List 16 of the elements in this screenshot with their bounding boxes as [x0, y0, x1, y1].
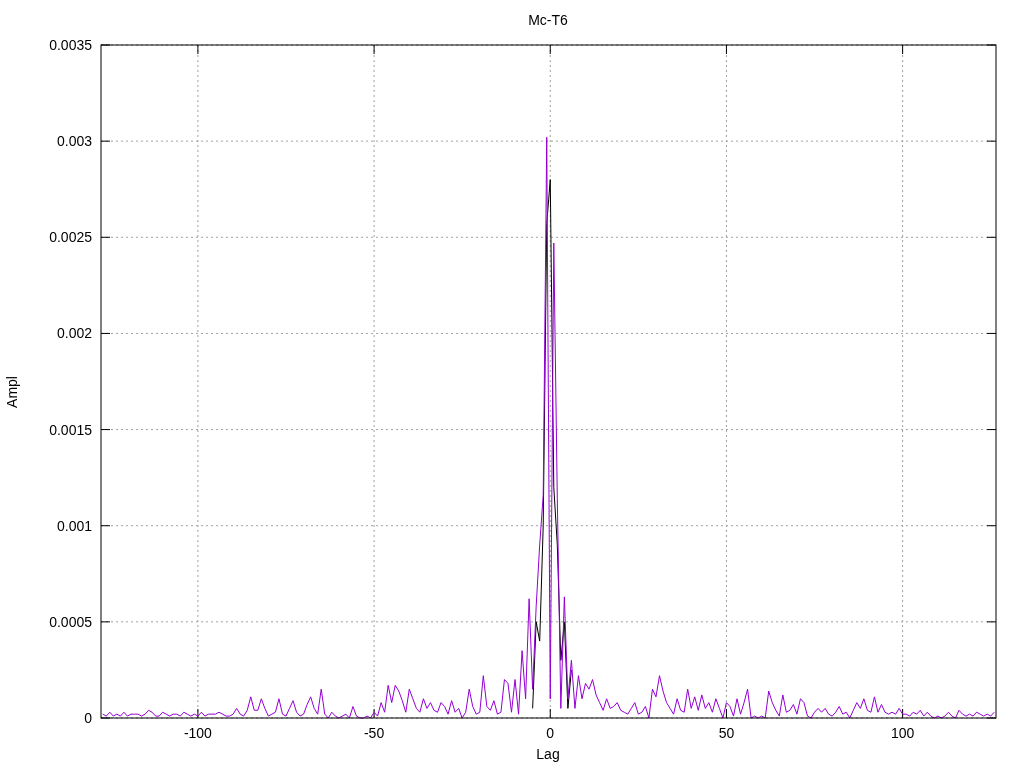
x-tick-label: 0	[546, 725, 555, 741]
y-tick-label: 0.0005	[49, 613, 92, 630]
y-tick-label: 0	[84, 710, 92, 726]
chart-title: Mc-T6	[528, 12, 568, 28]
x-tick-label: -50	[363, 725, 385, 741]
y-axis-label: Ampl	[4, 376, 20, 408]
y-tick-label: 0.002	[56, 325, 92, 342]
y-tick-label: 0.0025	[49, 229, 92, 246]
y-tick-label: 0.0015	[49, 421, 92, 438]
x-tick-label: 50	[718, 725, 735, 741]
x-axis-label: Lag	[536, 746, 560, 762]
y-tick-label: 0.0035	[49, 37, 92, 53]
y-tick-label: 0.003	[56, 133, 92, 150]
x-tick-label: -100	[183, 725, 212, 741]
x-tick-label: 100	[890, 725, 915, 741]
y-tick-label: 0.001	[56, 517, 92, 534]
